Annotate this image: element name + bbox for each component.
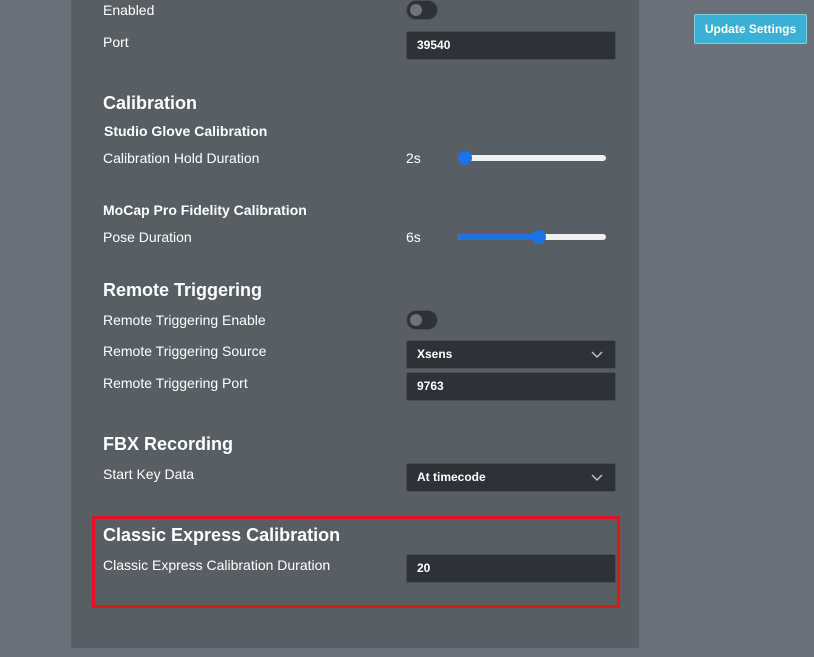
studio-glove-calibration-heading: Studio Glove Calibration	[104, 123, 268, 139]
start-key-data-select[interactable]: At timecode	[406, 463, 616, 492]
slider-thumb[interactable]	[531, 230, 546, 244]
calibration-hold-duration-label: Calibration Hold Duration	[103, 150, 260, 166]
calibration-hold-duration-slider[interactable]	[458, 151, 606, 165]
pose-duration-label: Pose Duration	[103, 229, 192, 245]
pose-duration-slider[interactable]	[458, 230, 606, 244]
chevron-down-icon	[591, 351, 603, 358]
slider-thumb[interactable]	[458, 151, 472, 165]
port-input[interactable]: 39540	[406, 31, 616, 60]
calibration-hold-duration-value: 2s	[406, 150, 421, 166]
start-key-data-label: Start Key Data	[103, 466, 195, 482]
pose-duration-value: 6s	[406, 229, 421, 245]
port-label: Port	[103, 34, 129, 50]
remote-triggering-source-label: Remote Triggering Source	[103, 343, 267, 359]
classic-express-calibration-duration-label: Classic Express Calibration Duration	[103, 557, 331, 573]
remote-triggering-source-value: Xsens	[417, 347, 453, 361]
remote-triggering-heading: Remote Triggering	[103, 280, 263, 300]
chevron-down-icon	[591, 474, 603, 481]
remote-triggering-enable-toggle[interactable]	[406, 310, 438, 330]
update-settings-button[interactable]: Update Settings	[694, 14, 807, 44]
fbx-recording-heading: FBX Recording	[103, 434, 234, 454]
remote-triggering-enable-label: Remote Triggering Enable	[103, 312, 266, 328]
start-key-data-value: At timecode	[417, 470, 486, 484]
remote-triggering-port-input[interactable]: 9763	[406, 372, 616, 401]
settings-panel: Enabled Port 39540 Calibration Studio Gl…	[71, 0, 639, 648]
toggle-knob	[410, 4, 422, 16]
remote-triggering-source-select[interactable]: Xsens	[406, 340, 616, 369]
toggle-knob	[410, 314, 422, 326]
calibration-heading: Calibration	[103, 93, 198, 113]
enabled-label: Enabled	[103, 2, 155, 18]
classic-express-calibration-heading: Classic Express Calibration	[103, 525, 341, 545]
enabled-toggle[interactable]	[406, 0, 438, 20]
remote-triggering-port-label: Remote Triggering Port	[103, 375, 248, 391]
mocap-pro-fidelity-calibration-heading: MoCap Pro Fidelity Calibration	[103, 202, 307, 218]
classic-express-calibration-duration-input[interactable]: 20	[406, 554, 616, 583]
slider-fill	[458, 234, 539, 240]
